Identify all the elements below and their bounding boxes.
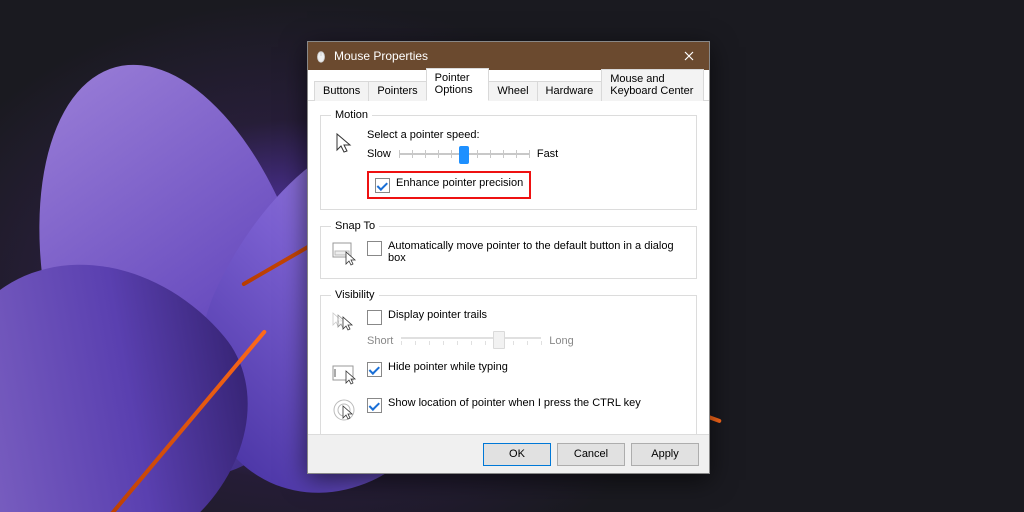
snap-to-label: Automatically move pointer to the defaul…	[388, 240, 686, 264]
enhance-precision-highlight: Enhance pointer precision	[367, 171, 531, 199]
ctrl-locate-checkbox[interactable]: Show location of pointer when I press th…	[367, 397, 686, 413]
ctrl-locate-icon	[331, 397, 359, 425]
tab-strip: ButtonsPointersPointer OptionsWheelHardw…	[308, 70, 709, 101]
enhance-precision-checkbox[interactable]: Enhance pointer precision	[375, 177, 523, 193]
pointer-speed-icon	[331, 129, 359, 157]
dialog-footer: OK Cancel Apply	[308, 434, 709, 473]
tab-wheel[interactable]: Wheel	[488, 81, 537, 101]
checkbox-icon	[375, 178, 390, 193]
snap-to-group: Snap To Automatically move pointer to th…	[320, 220, 697, 279]
pointer-speed-slider[interactable]	[399, 145, 529, 163]
ctrl-locate-label: Show location of pointer when I press th…	[388, 397, 641, 409]
tab-hardware[interactable]: Hardware	[537, 81, 603, 101]
close-button[interactable]	[669, 42, 709, 70]
pointer-trails-icon	[331, 309, 359, 337]
enhance-precision-label: Enhance pointer precision	[396, 177, 523, 189]
dialog-body: Motion Select a pointer speed: Slow Fast	[308, 101, 709, 436]
tab-mouse-and-keyboard-center[interactable]: Mouse and Keyboard Center	[601, 69, 704, 101]
hide-pointer-icon	[331, 361, 359, 389]
visibility-group: Visibility Display pointer trails	[320, 289, 697, 436]
mouse-icon	[314, 49, 328, 63]
checkbox-icon	[367, 310, 382, 325]
mouse-properties-dialog: Mouse Properties ButtonsPointersPointer …	[307, 41, 710, 474]
tab-buttons[interactable]: Buttons	[314, 81, 369, 101]
checkbox-icon	[367, 398, 382, 413]
pointer-trails-label: Display pointer trails	[388, 309, 487, 321]
tab-pointers[interactable]: Pointers	[368, 81, 426, 101]
pointer-trails-slider	[401, 329, 541, 353]
snap-to-legend: Snap To	[331, 220, 379, 232]
hide-pointer-label: Hide pointer while typing	[388, 361, 508, 373]
ok-button[interactable]: OK	[483, 443, 551, 466]
titlebar[interactable]: Mouse Properties	[308, 42, 709, 70]
window-title: Mouse Properties	[334, 49, 669, 63]
visibility-legend: Visibility	[331, 289, 379, 301]
fast-label: Fast	[537, 148, 558, 160]
apply-button[interactable]: Apply	[631, 443, 699, 466]
hide-pointer-checkbox[interactable]: Hide pointer while typing	[367, 361, 686, 377]
snap-to-checkbox[interactable]: Automatically move pointer to the defaul…	[367, 240, 686, 264]
tab-pointer-options[interactable]: Pointer Options	[426, 68, 490, 101]
checkbox-icon	[367, 241, 382, 256]
slow-label: Slow	[367, 148, 391, 160]
pointer-trails-checkbox[interactable]: Display pointer trails	[367, 309, 686, 325]
desktop-wallpaper: Mouse Properties ButtonsPointersPointer …	[0, 0, 1024, 512]
motion-group: Motion Select a pointer speed: Slow Fast	[320, 109, 697, 210]
snap-to-icon	[331, 240, 359, 268]
cancel-button[interactable]: Cancel	[557, 443, 625, 466]
checkbox-icon	[367, 362, 382, 377]
long-label: Long	[549, 335, 573, 347]
pointer-speed-label: Select a pointer speed:	[367, 129, 686, 141]
short-label: Short	[367, 335, 393, 347]
motion-legend: Motion	[331, 109, 372, 121]
